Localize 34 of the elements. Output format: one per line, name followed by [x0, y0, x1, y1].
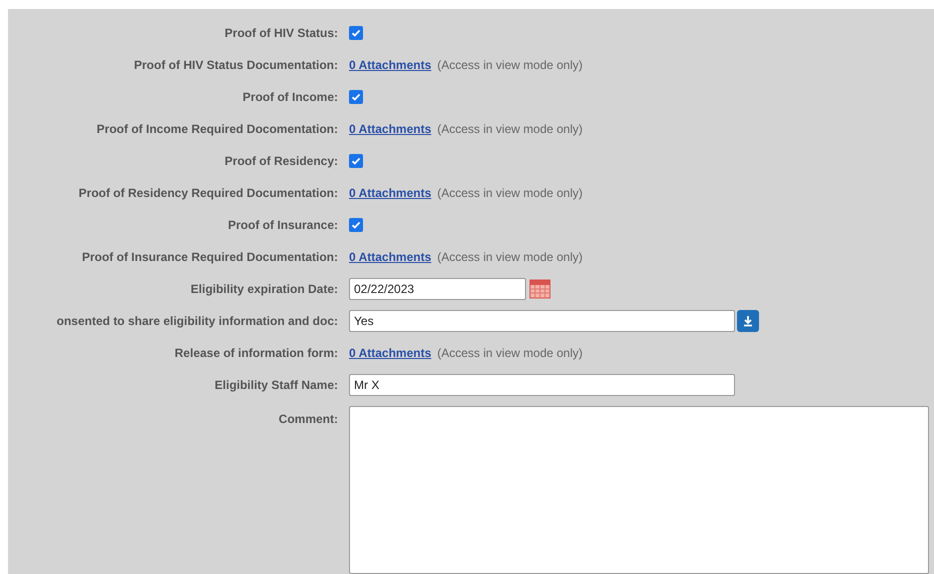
attachments-link[interactable]: 0 Attachments [349, 120, 432, 138]
attachments-link[interactable]: 0 Attachments [349, 56, 432, 74]
field-label: Proof of HIV Status: [224, 25, 338, 42]
field-label: Proof of Residency Required Documentation: [78, 185, 338, 202]
field-label: Proof of Residency: [224, 153, 338, 170]
download-icon [742, 315, 754, 327]
attachments-link[interactable]: 0 Attachments [349, 248, 432, 266]
field-label: Proof of HIV Status Documentation: [134, 57, 338, 74]
date-field[interactable]: 02/22/2023 [349, 278, 526, 300]
access-note: (Access in view mode only) [437, 345, 583, 362]
comment-field[interactable] [349, 406, 929, 574]
checkbox[interactable] [349, 154, 363, 168]
dropdown-field[interactable]: Yes [349, 310, 735, 332]
access-note: (Access in view mode only) [437, 249, 583, 266]
access-note: (Access in view mode only) [437, 185, 583, 202]
checkbox[interactable] [349, 26, 363, 40]
attachments-link[interactable]: 0 Attachments [349, 184, 432, 202]
field-label: Eligibility Staff Name: [214, 377, 338, 394]
field-label: Proof of Insurance Required Documentation: [82, 249, 338, 266]
attachments-link[interactable]: 0 Attachments [349, 344, 432, 362]
access-note: (Access in view mode only) [437, 57, 583, 74]
checkbox[interactable] [349, 218, 363, 232]
text-field[interactable]: Mr X [349, 374, 735, 396]
dropdown-button[interactable] [737, 310, 759, 332]
field-label: Proof of Income Required Docomentation: [96, 121, 338, 138]
calendar-icon[interactable] [529, 279, 551, 299]
field-label: Release of information form: [174, 345, 338, 362]
field-label: Eligibility expiration Date: [190, 281, 338, 298]
checkbox[interactable] [349, 90, 363, 104]
field-label: Proof of Insurance: [228, 217, 338, 234]
access-note: (Access in view mode only) [437, 121, 583, 138]
field-label: Proof of Income: [242, 89, 338, 106]
field-label: Comment: [278, 411, 338, 428]
field-label: onsented to share eligibility information and doc: [56, 313, 338, 330]
